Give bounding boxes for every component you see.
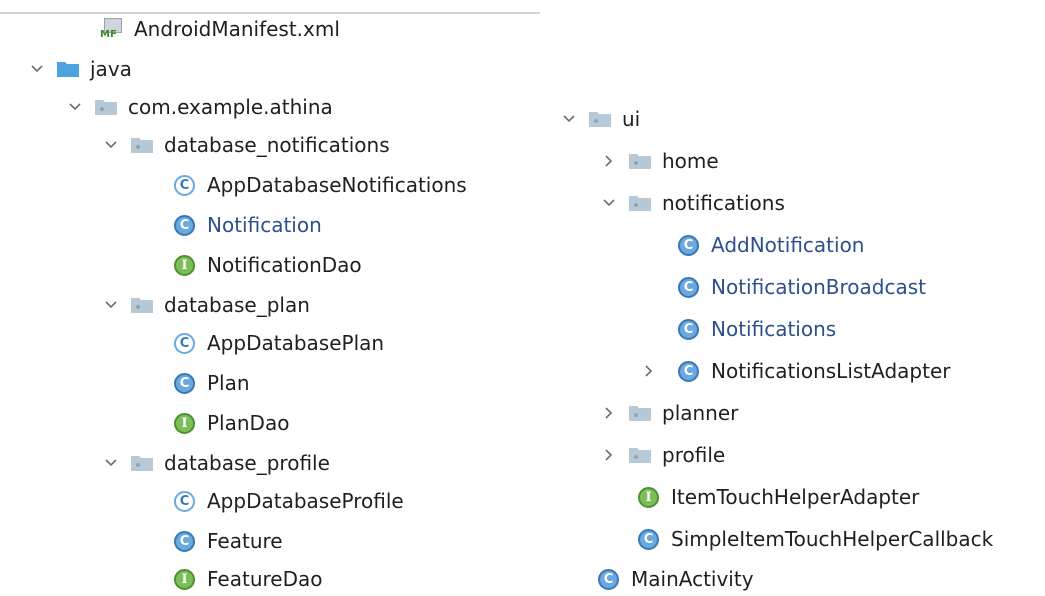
chevron-right-icon[interactable] (600, 152, 618, 170)
package-folder-icon (629, 406, 651, 421)
abstract-class-icon: C (174, 174, 195, 196)
chevron-down-icon[interactable] (102, 454, 120, 472)
tree-item-class[interactable]: C AppDatabasePlan (174, 326, 384, 360)
tree-item-label: java (90, 57, 132, 81)
tree-item-database-notifications[interactable]: database_notifications (102, 128, 390, 162)
tree-item-interface[interactable]: I FeatureDao (174, 562, 322, 596)
tree-item-label: PlanDao (207, 411, 290, 435)
tree-item-label: Feature (207, 529, 283, 553)
chevron-right-icon[interactable] (600, 446, 618, 464)
tree-item-home[interactable]: home (600, 144, 719, 178)
tree-item-label: MainActivity (631, 567, 754, 591)
source-folder-icon (57, 62, 79, 77)
tree-item-class[interactable]: C NotificationBroadcast (678, 270, 926, 304)
tree-item-label: AddNotification (711, 233, 865, 257)
abstract-class-icon: C (174, 490, 195, 512)
tree-item-label: Plan (207, 371, 250, 395)
chevron-right-icon[interactable] (640, 362, 658, 380)
class-icon: C (174, 214, 195, 236)
tree-item-label: AndroidManifest.xml (134, 17, 340, 41)
tree-item-interface[interactable]: I PlanDao (174, 406, 289, 440)
interface-icon: I (174, 412, 195, 434)
package-folder-icon (629, 448, 651, 463)
package-folder-icon (131, 456, 153, 471)
tree-item-class[interactable]: C Notification (174, 208, 322, 242)
tree-item-label: ui (622, 107, 641, 131)
class-icon: C (174, 372, 195, 394)
tree-item-label: SimpleItemTouchHelperCallback (671, 527, 994, 551)
tree-item-class[interactable]: C Feature (174, 524, 283, 558)
tree-item-notifications[interactable]: notifications (600, 186, 785, 220)
class-icon: C (678, 318, 699, 340)
tree-item-database-plan[interactable]: database_plan (102, 288, 310, 322)
tree-item-class[interactable]: C NotificationsListAdapter (640, 354, 950, 388)
tree-item-label: NotificationsListAdapter (711, 359, 951, 383)
tree-item-package[interactable]: com.example.athina (66, 90, 333, 124)
tree-item-label: database_notifications (164, 133, 390, 157)
manifest-file-icon: MF (100, 18, 126, 40)
class-icon: C (678, 276, 699, 298)
tree-item-label: home (662, 149, 719, 173)
class-icon: C (598, 568, 619, 590)
tree-item-java[interactable]: java (28, 52, 132, 86)
package-folder-icon (95, 100, 117, 115)
package-folder-icon (131, 298, 153, 313)
chevron-down-icon[interactable] (102, 136, 120, 154)
tree-item-label: notifications (662, 191, 785, 215)
chevron-down-icon[interactable] (600, 194, 618, 212)
interface-icon: I (174, 254, 195, 276)
tree-item-interface[interactable]: I ItemTouchHelperAdapter (638, 480, 919, 514)
tree-item-label: NotificationBroadcast (711, 275, 926, 299)
tree-item-label: planner (662, 401, 739, 425)
abstract-class-icon: C (174, 332, 195, 354)
package-folder-icon (131, 138, 153, 153)
tree-item-label: database_plan (164, 293, 310, 317)
tree-item-label: ItemTouchHelperAdapter (671, 485, 920, 509)
class-icon: C (174, 530, 195, 552)
interface-icon: I (174, 568, 195, 590)
tree-item-planner[interactable]: planner (600, 396, 738, 430)
package-folder-icon (629, 196, 651, 211)
class-icon: C (638, 528, 659, 550)
tree-item-class[interactable]: C SimpleItemTouchHelperCallback (638, 522, 993, 556)
tree-item-ui[interactable]: ui (560, 102, 640, 136)
tree-item-label: AppDatabaseNotifications (207, 173, 467, 197)
class-icon: C (678, 360, 699, 382)
tree-item-label: com.example.athina (128, 95, 333, 119)
tree-item-database-profile[interactable]: database_profile (102, 446, 330, 480)
tree-item-interface[interactable]: I NotificationDao (174, 248, 362, 282)
tree-item-label: profile (662, 443, 726, 467)
tree-item-android-manifest[interactable]: MF AndroidManifest.xml (100, 12, 340, 46)
tree-item-class[interactable]: C AppDatabaseNotifications (174, 168, 467, 202)
tree-item-class[interactable]: C Plan (174, 366, 250, 400)
chevron-down-icon[interactable] (102, 296, 120, 314)
package-folder-icon (589, 112, 611, 127)
chevron-down-icon[interactable] (28, 60, 46, 78)
tree-item-class[interactable]: C MainActivity (598, 562, 754, 596)
chevron-down-icon[interactable] (66, 98, 84, 116)
chevron-down-icon[interactable] (560, 110, 578, 128)
class-icon: C (678, 234, 699, 256)
tree-item-label: AppDatabaseProfile (207, 489, 404, 513)
tree-item-class[interactable]: C AppDatabaseProfile (174, 484, 404, 518)
tree-item-class[interactable]: C AddNotification (678, 228, 864, 262)
package-folder-icon (629, 154, 651, 169)
chevron-right-icon[interactable] (600, 404, 618, 422)
tree-item-label: NotificationDao (207, 253, 362, 277)
tree-item-label: FeatureDao (207, 567, 323, 591)
tree-item-label: AppDatabasePlan (207, 331, 385, 355)
interface-icon: I (638, 486, 659, 508)
tree-item-label: Notification (207, 213, 322, 237)
tree-item-profile[interactable]: profile (600, 438, 725, 472)
tree-item-label: database_profile (164, 451, 330, 475)
tree-item-label: Notifications (711, 317, 837, 341)
tree-item-class[interactable]: C Notifications (678, 312, 836, 346)
